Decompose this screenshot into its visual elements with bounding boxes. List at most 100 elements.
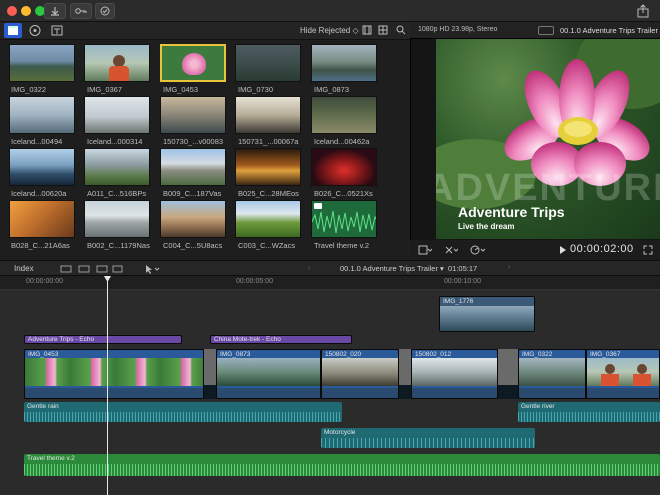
clip-thumbnail[interactable] bbox=[84, 200, 150, 238]
clip-label: B025_C...28MEos bbox=[238, 189, 299, 198]
clip-thumbnail[interactable] bbox=[311, 148, 377, 186]
clip-label: Travel theme v.2 bbox=[314, 241, 370, 250]
photos-audio-button[interactable] bbox=[28, 24, 42, 39]
clip-thumbnail[interactable] bbox=[160, 96, 226, 134]
speed-icon[interactable] bbox=[470, 245, 486, 257]
minimize-window-button[interactable] bbox=[21, 6, 31, 16]
zoom-icon[interactable] bbox=[538, 26, 554, 35]
browser-toolbar: Hide Rejected ◇ bbox=[0, 22, 410, 40]
share-icon[interactable] bbox=[636, 4, 650, 20]
close-window-button[interactable] bbox=[7, 6, 17, 16]
clip-label: IMG_0453 bbox=[163, 85, 199, 94]
history-back-icon[interactable]: ‹ bbox=[308, 265, 310, 272]
search-button[interactable] bbox=[396, 25, 406, 37]
clip-thumbnail[interactable] bbox=[9, 96, 75, 134]
clip-label: 150730_...v00083 bbox=[163, 137, 224, 146]
clip-thumbnail[interactable] bbox=[235, 96, 301, 134]
clip-thumbnail[interactable] bbox=[160, 148, 226, 186]
clip-label: A011_C...516BPs bbox=[87, 189, 147, 198]
clip-thumbnail[interactable] bbox=[9, 200, 75, 238]
libraries-button[interactable] bbox=[4, 23, 22, 38]
clip-label: B026_C...0521Xs bbox=[314, 189, 373, 198]
clip-thumbnail[interactable] bbox=[9, 148, 75, 186]
primary-clip[interactable]: IMG_0453 bbox=[24, 349, 204, 399]
download-icon bbox=[51, 7, 59, 16]
timeline-ruler[interactable]: 00:00:00:00 00:00:05:00 00:00:10:00 bbox=[0, 276, 660, 290]
project-duration: 01:05:17 bbox=[448, 264, 478, 273]
audio-clip[interactable]: Motorcycle bbox=[321, 428, 535, 448]
title-clip[interactable]: Adventure Trips - Echo bbox=[24, 335, 182, 344]
window-title-bar bbox=[0, 0, 660, 22]
clapper-icon bbox=[8, 26, 18, 35]
primary-clip[interactable]: 150802_012 bbox=[411, 349, 498, 399]
music-note-icon bbox=[314, 203, 322, 209]
playhead[interactable] bbox=[107, 276, 108, 495]
audio-clip[interactable]: Gentle river bbox=[518, 402, 660, 422]
transform-icon[interactable] bbox=[444, 245, 459, 257]
list-view-button[interactable] bbox=[378, 25, 388, 37]
transition[interactable] bbox=[204, 349, 216, 385]
clip-name: IMG_0322 bbox=[522, 351, 553, 358]
transition[interactable] bbox=[498, 349, 518, 385]
clip-label: IMG_0730 bbox=[238, 85, 274, 94]
clip-name: IMG_1776 bbox=[443, 298, 474, 305]
primary-clip[interactable]: IMG_0322 bbox=[518, 349, 586, 399]
clip-thumbnail[interactable] bbox=[84, 148, 150, 186]
index-button[interactable]: Index bbox=[14, 264, 34, 273]
history-forward-icon[interactable]: › bbox=[508, 264, 510, 271]
checkmark-circle-icon bbox=[100, 6, 110, 16]
clip-name: 150802_012 bbox=[415, 351, 452, 358]
clip-thumbnail[interactable] bbox=[9, 44, 75, 82]
viewer-header: 1080p HD 23.98p, Stereo 00.1.0 Adventure… bbox=[410, 22, 660, 39]
keywords-button[interactable] bbox=[70, 3, 92, 19]
clip-name: Gentle river bbox=[521, 403, 555, 410]
viewer-project-title: 00.1.0 Adventure Trips Trailer bbox=[560, 26, 658, 35]
primary-clip[interactable]: IMG_0367 bbox=[586, 349, 660, 399]
background-tasks-button[interactable] bbox=[95, 3, 115, 19]
clip-thumbnail[interactable] bbox=[84, 44, 150, 82]
titles-icon bbox=[51, 25, 63, 36]
overlay-title: Adventure Trips bbox=[458, 204, 565, 220]
clip-label: IMG_0322 bbox=[11, 85, 47, 94]
ruler-tick-label: 00:00:05:00 bbox=[236, 278, 273, 285]
filmstrip-icon bbox=[362, 25, 372, 35]
waveform-icon bbox=[312, 210, 376, 234]
grid-icon bbox=[378, 25, 388, 35]
titles-generators-button[interactable] bbox=[50, 24, 64, 39]
clip-thumbnail[interactable] bbox=[235, 148, 301, 186]
clip-appearance-icon[interactable] bbox=[60, 264, 124, 276]
fullscreen-icon[interactable] bbox=[643, 245, 653, 257]
connected-clip[interactable]: IMG_1776 bbox=[439, 296, 535, 332]
clip-thumbnail[interactable] bbox=[235, 44, 301, 82]
primary-clip[interactable]: 150802_020 bbox=[321, 349, 399, 399]
play-button[interactable] bbox=[560, 246, 566, 254]
view-options-icon[interactable] bbox=[418, 245, 433, 257]
clip-name: IMG_0367 bbox=[590, 351, 621, 358]
clip-name: IMG_0453 bbox=[28, 351, 59, 358]
clip-thumbnail-selected[interactable] bbox=[160, 44, 226, 82]
select-tool-icon[interactable] bbox=[144, 264, 160, 276]
timeline-project-name[interactable]: 00.1.0 Adventure Trips Trailer ▾ bbox=[340, 264, 444, 273]
timeline: IMG_1776 Adventure Trips - Echo China Mo… bbox=[0, 276, 660, 495]
clip-thumbnail[interactable] bbox=[160, 200, 226, 238]
timecode-display: 00:00:02:00 bbox=[570, 243, 634, 255]
clip-thumbnail[interactable] bbox=[84, 96, 150, 134]
audio-clip-thumbnail[interactable] bbox=[311, 200, 377, 238]
clip-thumbnail[interactable] bbox=[311, 44, 377, 82]
clip-name: Adventure Trips - Echo bbox=[28, 336, 95, 343]
clip-appearance-button[interactable] bbox=[362, 25, 372, 37]
clip-label: B028_C...21A6as bbox=[11, 241, 70, 250]
clip-thumbnail[interactable] bbox=[235, 200, 301, 238]
clip-label: Iceland...00462a bbox=[314, 137, 370, 146]
clip-name: China Mote-trek - Echo bbox=[214, 336, 281, 343]
filter-popup[interactable]: Hide Rejected ◇ bbox=[300, 26, 359, 35]
key-icon bbox=[75, 8, 87, 14]
ruler-tick-label: 00:00:10:00 bbox=[444, 278, 481, 285]
import-button[interactable] bbox=[44, 3, 66, 19]
transition[interactable] bbox=[399, 349, 411, 385]
music-clip[interactable]: Travel theme v.2 bbox=[24, 454, 660, 476]
clip-thumbnail[interactable] bbox=[311, 96, 377, 134]
audio-clip[interactable]: Gentle rain bbox=[24, 402, 342, 422]
title-clip[interactable]: China Mote-trek - Echo bbox=[210, 335, 352, 344]
primary-clip[interactable]: IMG_0873 bbox=[216, 349, 321, 399]
